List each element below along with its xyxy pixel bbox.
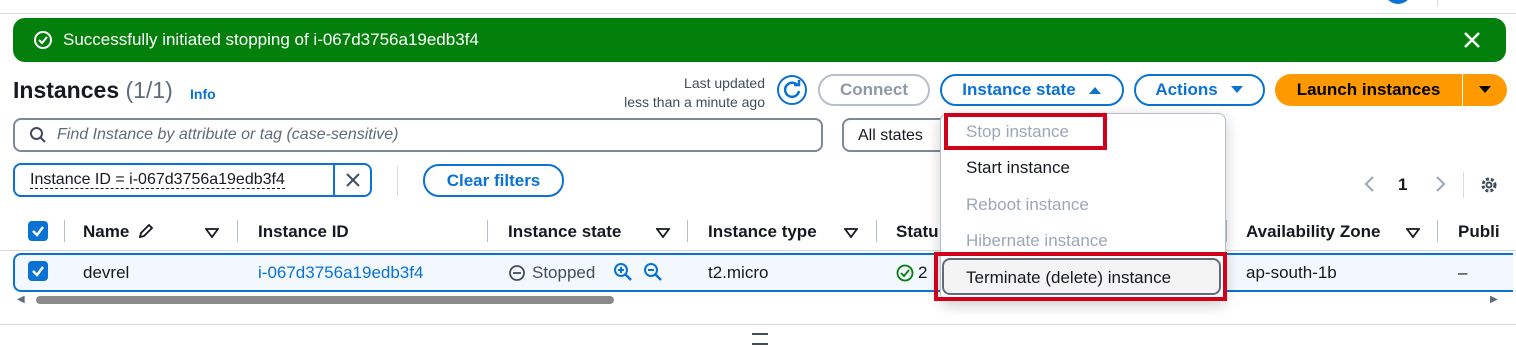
cell-instance-state: Stopped: [508, 263, 595, 283]
check-icon: [32, 266, 44, 277]
menu-item-stop-instance[interactable]: Stop instance: [966, 122, 1069, 142]
check-circle-icon: [896, 264, 914, 282]
launch-instances-button[interactable]: Launch instances: [1275, 74, 1462, 106]
column-header-status-check[interactable]: Statu: [896, 222, 939, 242]
status-text: 2: [918, 263, 928, 282]
row-checkbox[interactable]: [28, 261, 48, 281]
menu-item-terminate-instance[interactable]: Terminate (delete) instance: [966, 268, 1171, 288]
split-panel-divider: [0, 324, 1516, 325]
table-header-divider: [0, 250, 1516, 251]
column-divider: [876, 220, 877, 242]
sort-caret-icon[interactable]: [205, 226, 219, 240]
horizontal-scrollbar-thumb[interactable]: [36, 296, 614, 304]
cell-public-ip: –: [1458, 263, 1468, 282]
instance-state-button[interactable]: Instance state: [940, 74, 1124, 106]
pencil-icon: [138, 223, 154, 239]
connect-button[interactable]: Connect: [818, 74, 930, 106]
success-flash-banner: Successfully initiated stopping of i-067…: [13, 18, 1506, 62]
column-divider: [64, 220, 65, 242]
column-header-availability-zone[interactable]: Availability Zone: [1246, 222, 1380, 242]
cell-status-check: 2: [896, 263, 927, 283]
column-header-instance-id[interactable]: Instance ID: [258, 222, 349, 242]
search-icon: [30, 127, 46, 143]
zoom-out-icon[interactable]: [643, 262, 663, 282]
check-icon: [32, 226, 44, 237]
divider: [397, 166, 398, 196]
column-divider: [487, 220, 488, 242]
page-title-text: Instances: [13, 77, 120, 103]
cell-instance-id-link[interactable]: i-067d3756a19edb3f4: [258, 263, 423, 283]
flash-message: Successfully initiated stopping of i-067…: [63, 30, 479, 49]
sort-caret-icon[interactable]: [844, 226, 858, 240]
check-circle-icon: [34, 31, 52, 49]
launch-dropdown-button[interactable]: [1463, 74, 1507, 106]
column-label: Name: [83, 222, 130, 241]
drag-handle-icon[interactable]: [752, 333, 768, 345]
instance-count: (1/1): [125, 77, 173, 103]
avatar[interactable]: [1384, 0, 1412, 4]
column-divider: [687, 220, 688, 242]
scroll-right-icon[interactable]: ▶: [1490, 294, 1498, 305]
gear-icon[interactable]: [1479, 175, 1499, 195]
cell-instance-type: t2.micro: [708, 263, 769, 282]
search-input[interactable]: Find Instance by attribute or tag (case-…: [13, 118, 823, 152]
filter-token[interactable]: Instance ID = i-067d3756a19edb3f4: [13, 163, 335, 197]
close-icon[interactable]: [1460, 28, 1484, 52]
page-title: Instances (1/1): [13, 77, 173, 104]
last-updated: Last updated less than a minute ago: [600, 74, 765, 112]
column-header-instance-type[interactable]: Instance type: [708, 222, 817, 242]
sort-caret-icon[interactable]: [1406, 226, 1420, 240]
cell-name: devrel: [83, 263, 130, 282]
actions-button[interactable]: Actions: [1134, 74, 1265, 106]
menu-item-hibernate-instance[interactable]: Hibernate instance: [966, 231, 1108, 251]
column-divider: [237, 220, 238, 242]
filter-token-label: Instance ID = i-067d3756a19edb3f4: [30, 171, 285, 189]
column-divider: [1437, 220, 1438, 242]
refresh-icon[interactable]: [776, 74, 808, 106]
cell-availability-zone: ap-south-1b: [1246, 263, 1337, 282]
state-filter-select[interactable]: All states: [842, 118, 952, 152]
menu-item-reboot-instance[interactable]: Reboot instance: [966, 195, 1089, 215]
actions-label: Actions: [1155, 80, 1218, 99]
instance-state-label: Instance state: [962, 80, 1076, 99]
close-icon: [345, 173, 360, 187]
column-header-instance-state[interactable]: Instance state: [508, 222, 621, 242]
menu-item-start-instance[interactable]: Start instance: [966, 158, 1070, 178]
search-placeholder: Find Instance by attribute or tag (case-…: [57, 126, 399, 143]
page-number[interactable]: 1: [1398, 175, 1407, 195]
chevron-left-icon[interactable]: [1360, 174, 1380, 194]
zoom-in-icon[interactable]: [613, 262, 633, 282]
chevron-right-icon[interactable]: [1430, 174, 1450, 194]
top-separator: [1437, 0, 1438, 6]
stopped-icon: [509, 265, 525, 281]
caret-down-icon: [1479, 86, 1491, 93]
column-divider: [1226, 220, 1227, 242]
top-divider-line: [0, 13, 1516, 14]
remove-filter-button[interactable]: [333, 163, 372, 197]
sort-caret-icon[interactable]: [656, 226, 670, 240]
caret-up-icon: [1088, 87, 1101, 94]
last-updated-value: less than a minute ago: [624, 94, 765, 110]
column-header-public[interactable]: Publi: [1458, 222, 1500, 242]
pagination-divider: [1463, 172, 1464, 198]
clear-filters-button[interactable]: Clear filters: [423, 164, 564, 197]
column-header-name[interactable]: Name: [83, 222, 129, 242]
caret-down-icon: [1230, 86, 1243, 93]
scroll-left-icon[interactable]: ◀: [17, 294, 25, 305]
last-updated-label: Last updated: [684, 75, 765, 91]
state-text: Stopped: [532, 263, 596, 282]
info-link[interactable]: Info: [190, 86, 216, 102]
select-all-checkbox[interactable]: [28, 221, 48, 241]
